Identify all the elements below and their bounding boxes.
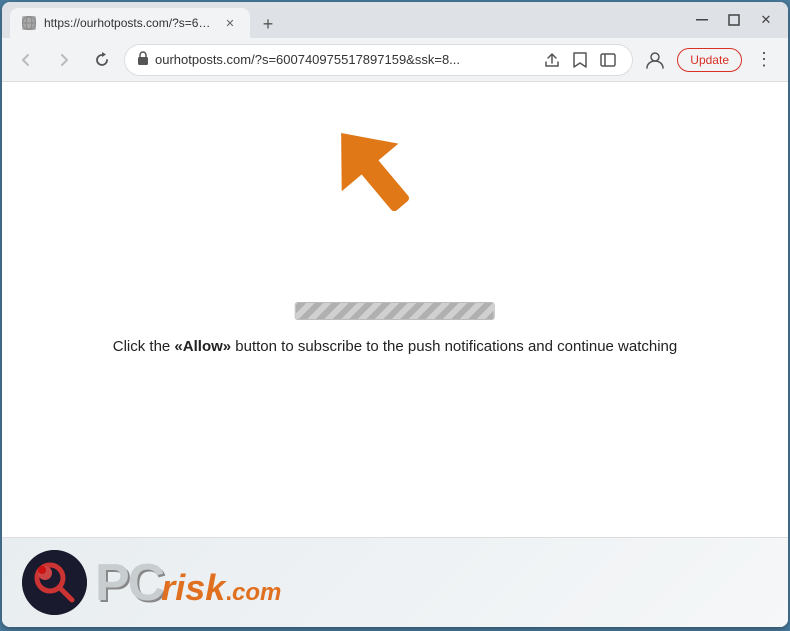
update-button[interactable]: Update [677, 48, 742, 72]
orange-arrow-svg [332, 112, 432, 242]
title-bar: https://ourhotposts.com/?s=600... ✕ + ✕ [2, 2, 788, 38]
sidebar-icon[interactable] [596, 48, 620, 72]
nav-bar: ourhotposts.com/?s=600740975517897159&ss… [2, 38, 788, 82]
instruction-text: Click the «Allow» button to subscribe to… [113, 336, 678, 357]
profile-button[interactable] [639, 44, 671, 76]
logo-com: com [232, 579, 281, 606]
instruction-prefix: Click the [113, 338, 175, 355]
share-icon[interactable] [540, 48, 564, 72]
browser-window: https://ourhotposts.com/?s=600... ✕ + ✕ [2, 2, 788, 627]
logo-area: PC risk.com [2, 537, 788, 627]
tab-close-button[interactable]: ✕ [222, 15, 238, 31]
progress-bar-fill [296, 303, 494, 319]
new-tab-button[interactable]: + [254, 10, 282, 38]
logo-risk-text: risk.com [161, 567, 281, 609]
instruction-suffix: button to subscribe to the push notifica… [231, 338, 677, 355]
url-text: ourhotposts.com/?s=600740975517897159&ss… [155, 52, 534, 67]
window-controls: ✕ [688, 6, 780, 34]
address-icons [540, 48, 620, 72]
menu-button[interactable]: ⋮ [748, 44, 780, 76]
allow-text: «Allow» [174, 338, 231, 355]
tab-favicon [22, 16, 36, 30]
logo-circle-svg [22, 550, 87, 615]
tab-title: https://ourhotposts.com/?s=600... [44, 16, 214, 30]
progress-section: Click the «Allow» button to subscribe to… [113, 302, 678, 357]
logo-pc-text: PC [95, 557, 163, 609]
page-content: Click the «Allow» button to subscribe to… [2, 82, 788, 627]
lock-icon [137, 51, 149, 68]
maximize-button[interactable] [720, 6, 748, 34]
forward-button[interactable] [48, 44, 80, 76]
logo-icon [22, 550, 87, 615]
progress-bar [295, 302, 495, 320]
arrow-container [332, 112, 432, 247]
bookmark-icon[interactable] [568, 48, 592, 72]
logo-text: PC risk.com [95, 557, 281, 609]
close-button[interactable]: ✕ [752, 6, 780, 34]
minimize-button[interactable] [688, 6, 716, 34]
logo-dot: . [225, 579, 232, 606]
back-button[interactable] [10, 44, 42, 76]
reload-button[interactable] [86, 44, 118, 76]
browser-tab[interactable]: https://ourhotposts.com/?s=600... ✕ [10, 8, 250, 38]
risk-text: risk [161, 567, 225, 608]
address-bar[interactable]: ourhotposts.com/?s=600740975517897159&ss… [124, 44, 633, 76]
tab-area: https://ourhotposts.com/?s=600... ✕ + [10, 2, 688, 38]
